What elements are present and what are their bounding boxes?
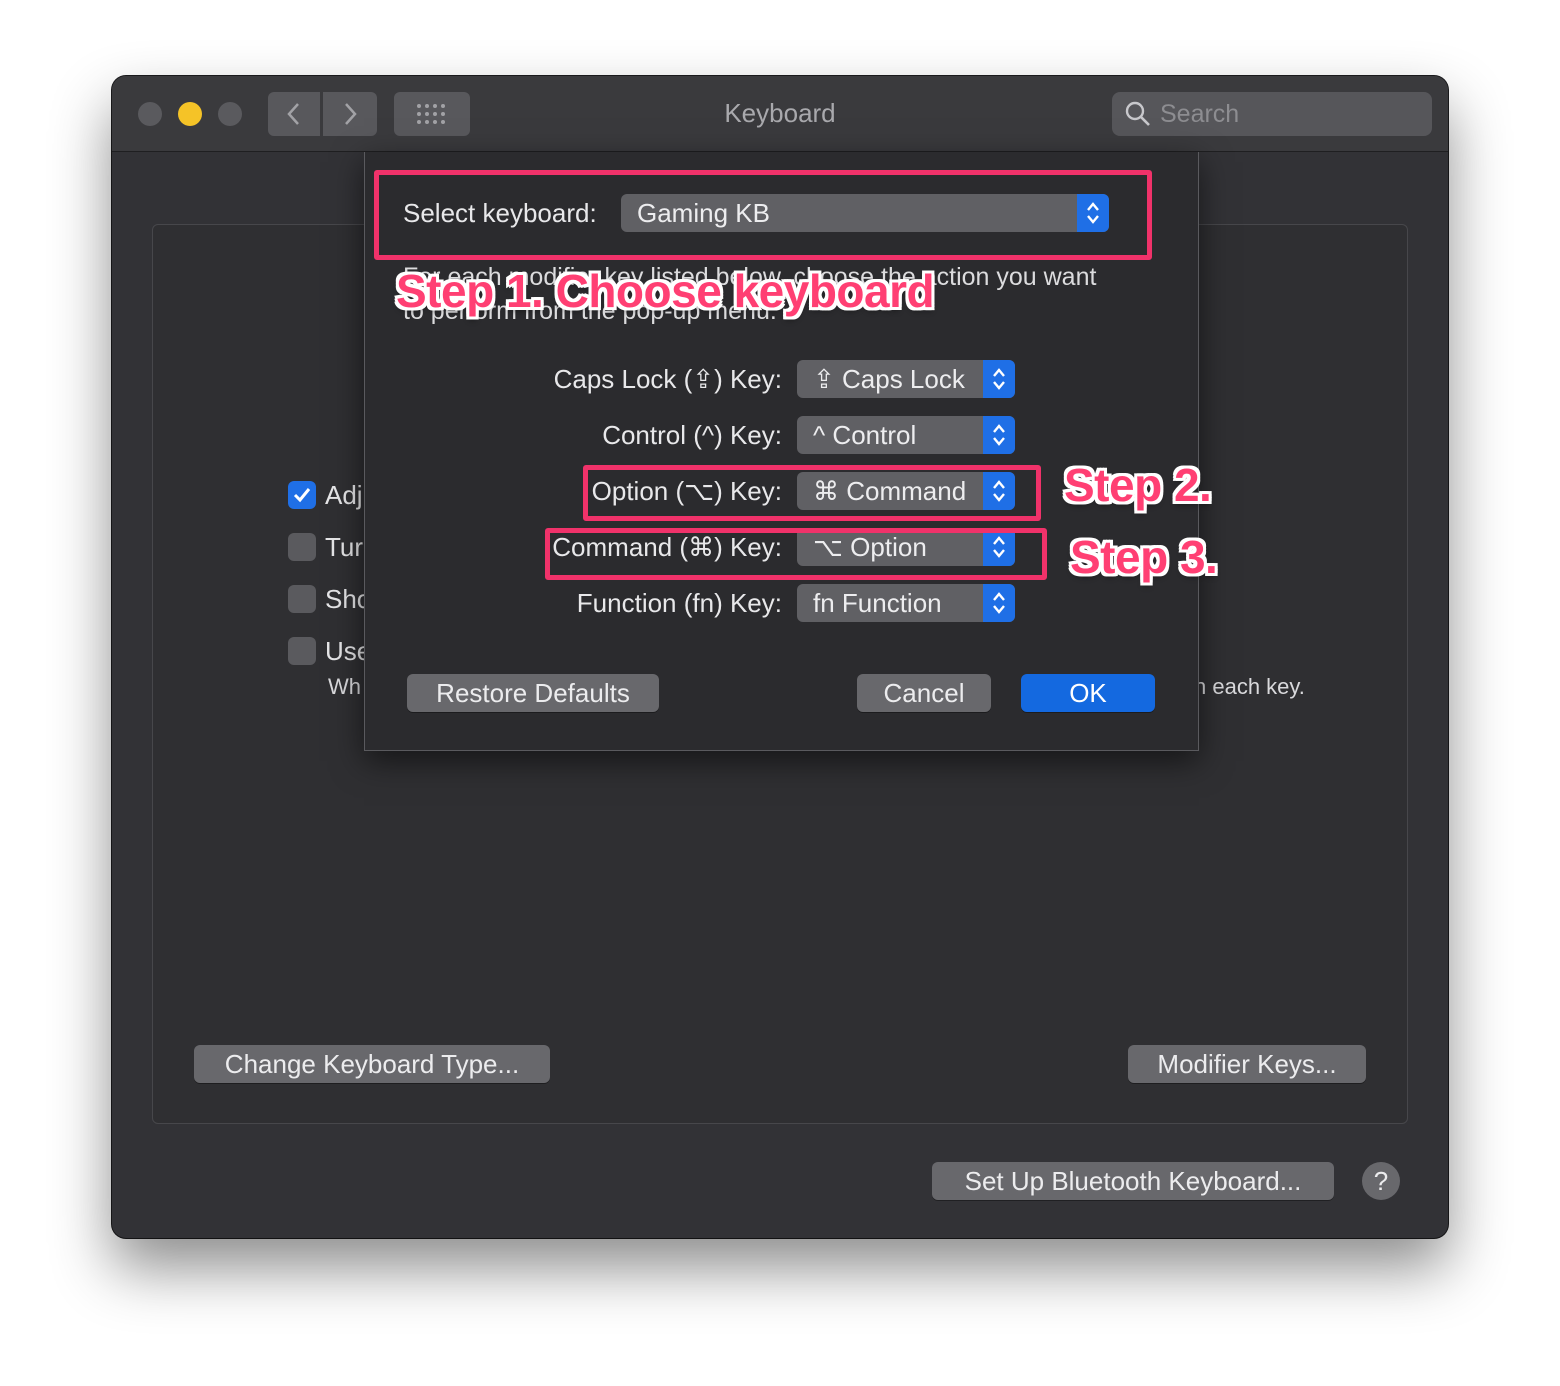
control-key-popup[interactable]: ^ Control — [797, 416, 1015, 454]
cancel-button[interactable]: Cancel — [857, 674, 991, 712]
function-keys-hint-left: Wh — [328, 674, 361, 699]
search-placeholder: Search — [1160, 99, 1240, 128]
checkbox-row-3[interactable]: Sho — [288, 583, 371, 615]
up-down-arrows-icon — [983, 584, 1015, 622]
help-button[interactable]: ? — [1362, 1162, 1400, 1200]
checkbox-checked[interactable] — [288, 481, 316, 509]
step1-highlight-box — [374, 170, 1152, 260]
function-keys-hint-right: n each key. — [1194, 674, 1305, 699]
checkbox-row-2[interactable]: Tur — [288, 531, 363, 563]
step2-highlight-box — [583, 465, 1041, 521]
modifier-keys-button[interactable]: Modifier Keys... — [1128, 1045, 1366, 1083]
caps-lock-key-value: ⇪ Caps Lock — [813, 363, 965, 394]
step3-annotation: Step 3. — [1070, 531, 1218, 583]
function-key-value: fn Function — [813, 587, 942, 618]
up-down-arrows-icon — [983, 416, 1015, 454]
ok-button[interactable]: OK — [1021, 674, 1155, 712]
checkbox-unchecked[interactable] — [288, 533, 316, 561]
restore-defaults-button[interactable]: Restore Defaults — [407, 674, 659, 712]
set-up-bluetooth-keyboard-button[interactable]: Set Up Bluetooth Keyboard... — [932, 1162, 1334, 1200]
step1-annotation: Step 1. Choose keyboard — [396, 265, 935, 317]
caps-lock-key-label: Caps Lock (⇪) Key: — [553, 364, 782, 394]
function-key-label: Function (fn) Key: — [576, 588, 782, 618]
control-key-label: Control (^) Key: — [602, 420, 782, 450]
checkbox-row-4[interactable]: Use — [288, 635, 371, 667]
checkbox-unchecked[interactable] — [288, 585, 316, 613]
title-bar: Keyboard Search — [112, 76, 1448, 152]
search-icon — [1125, 101, 1150, 126]
checkbox-row-1[interactable]: Adj — [288, 479, 363, 511]
control-key-value: ^ Control — [813, 419, 917, 450]
up-down-arrows-icon — [983, 360, 1015, 398]
checkbox-label: Adj — [325, 479, 363, 510]
function-key-popup[interactable]: fn Function — [797, 584, 1015, 622]
checkbox-unchecked[interactable] — [288, 637, 316, 665]
checkmark-icon — [293, 488, 311, 503]
checkbox-label: Tur — [325, 531, 364, 562]
step2-annotation: Step 2. — [1064, 459, 1212, 511]
step3-highlight-box — [545, 528, 1047, 580]
search-field[interactable]: Search — [1112, 92, 1432, 136]
caps-lock-key-popup[interactable]: ⇪ Caps Lock — [797, 360, 1015, 398]
change-keyboard-type-button[interactable]: Change Keyboard Type... — [194, 1045, 550, 1083]
